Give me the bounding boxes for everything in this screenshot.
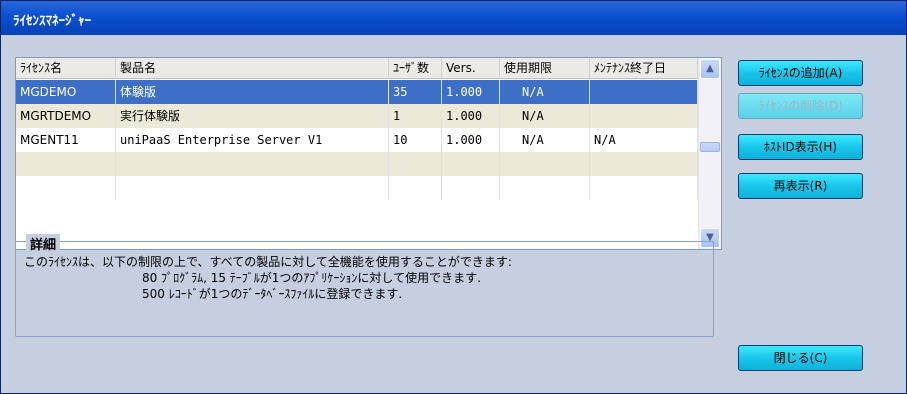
cell-users: 10 xyxy=(389,128,442,152)
close-button[interactable]: 閉じる(C) xyxy=(738,345,863,371)
cell-product: 実行体験版 xyxy=(116,104,389,128)
empty-cell xyxy=(116,152,389,176)
column-header-maintenance[interactable]: ﾒﾝﾃﾅﾝｽ終了日 xyxy=(590,58,698,79)
empty-cell xyxy=(590,176,698,200)
table-row[interactable]: MGDEMO 体験版 35 1.000 N/A xyxy=(16,80,698,104)
column-header-expiry[interactable]: 使用期限 xyxy=(500,58,590,79)
empty-cell xyxy=(442,176,500,200)
vertical-scrollbar[interactable]: ▲ ▼ xyxy=(698,58,721,249)
show-hostid-button[interactable]: ﾎｽﾄID表示(H) xyxy=(738,134,863,160)
table-row[interactable]: MGENT11 uniPaaS Enterprise Server V1 10 … xyxy=(16,128,698,152)
cell-product: 体験版 xyxy=(116,80,389,104)
add-license-button[interactable]: ﾗｲｾﾝｽの追加(A) xyxy=(738,60,863,86)
cell-expiry: N/A xyxy=(500,80,590,104)
column-header-product[interactable]: 製品名 xyxy=(116,58,389,79)
details-line-3: 500 ﾚｺｰﾄﾞが1つのﾃﾞｰﾀﾍﾞｰｽﾌｧｲﾙに登録できます. xyxy=(142,287,403,301)
cell-expiry: N/A xyxy=(500,104,590,128)
delete-license-button[interactable]: ﾗｲｾﾝｽの削除(D) xyxy=(738,93,863,119)
cell-license: MGENT11 xyxy=(16,128,116,152)
license-manager-window: ﾗｲｾﾝｽﾏﾈｰｼﾞｬｰ ﾗｲｾﾝｽ名 製品名 ﾕｰｻﾞ数 Vers. 使用期限… xyxy=(0,0,907,394)
window-title: ﾗｲｾﾝｽﾏﾈｰｼﾞｬｰ xyxy=(1,1,906,35)
empty-cell xyxy=(16,176,116,200)
empty-cell xyxy=(590,152,698,176)
cell-maintenance: N/A xyxy=(590,128,698,152)
empty-row xyxy=(16,152,698,176)
cell-version: 1.000 xyxy=(442,80,500,104)
chevron-up-icon: ▲ xyxy=(706,63,714,74)
scroll-up-button[interactable]: ▲ xyxy=(700,59,720,79)
cell-license: MGRTDEMO xyxy=(16,104,116,128)
column-header-users[interactable]: ﾕｰｻﾞ数 xyxy=(389,58,442,79)
details-line-2: 80 ﾌﾟﾛｸﾞﾗﾑ, 15 ﾃｰﾌﾞﾙが1つのｱﾌﾟﾘｹｰｼｮﾝに対して使用で… xyxy=(142,271,481,285)
cell-expiry: N/A xyxy=(500,128,590,152)
empty-cell xyxy=(442,152,500,176)
list-header: ﾗｲｾﾝｽ名 製品名 ﾕｰｻﾞ数 Vers. 使用期限 ﾒﾝﾃﾅﾝｽ終了日 xyxy=(16,58,698,79)
column-header-version[interactable]: Vers. xyxy=(442,58,500,79)
details-text: このﾗｲｾﾝｽは、以下の制限の上で、すべての製品に対して全機能を使用することがで… xyxy=(24,254,512,302)
empty-cell xyxy=(389,176,442,200)
cell-users: 35 xyxy=(389,80,442,104)
cell-users: 1 xyxy=(389,104,442,128)
cell-version: 1.000 xyxy=(442,104,500,128)
details-line-1: このﾗｲｾﾝｽは、以下の制限の上で、すべての製品に対して全機能を使用することがで… xyxy=(24,255,512,269)
empty-cell xyxy=(500,152,590,176)
details-title: 詳細 xyxy=(26,234,61,253)
window-client-area: ﾗｲｾﾝｽ名 製品名 ﾕｰｻﾞ数 Vers. 使用期限 ﾒﾝﾃﾅﾝｽ終了日 MG… xyxy=(1,35,906,393)
cell-version: 1.000 xyxy=(442,128,500,152)
cell-maintenance xyxy=(590,80,698,104)
empty-cell xyxy=(500,176,590,200)
details-group: 詳細 このﾗｲｾﾝｽは、以下の制限の上で、すべての製品に対して全機能を使用するこ… xyxy=(15,234,714,337)
license-list[interactable]: ﾗｲｾﾝｽ名 製品名 ﾕｰｻﾞ数 Vers. 使用期限 ﾒﾝﾃﾅﾝｽ終了日 MG… xyxy=(15,57,722,250)
cell-license: MGDEMO xyxy=(16,80,116,104)
cell-maintenance xyxy=(590,104,698,128)
scroll-thumb[interactable] xyxy=(700,142,720,152)
empty-row xyxy=(16,176,698,200)
empty-cell xyxy=(389,152,442,176)
table-row[interactable]: MGRTDEMO 実行体験版 1 1.000 N/A xyxy=(16,104,698,128)
column-header-license[interactable]: ﾗｲｾﾝｽ名 xyxy=(16,58,116,79)
refresh-button[interactable]: 再表示(R) xyxy=(738,173,863,199)
empty-cell xyxy=(116,176,389,200)
cell-product: uniPaaS Enterprise Server V1 xyxy=(116,128,389,152)
empty-cell xyxy=(16,152,116,176)
